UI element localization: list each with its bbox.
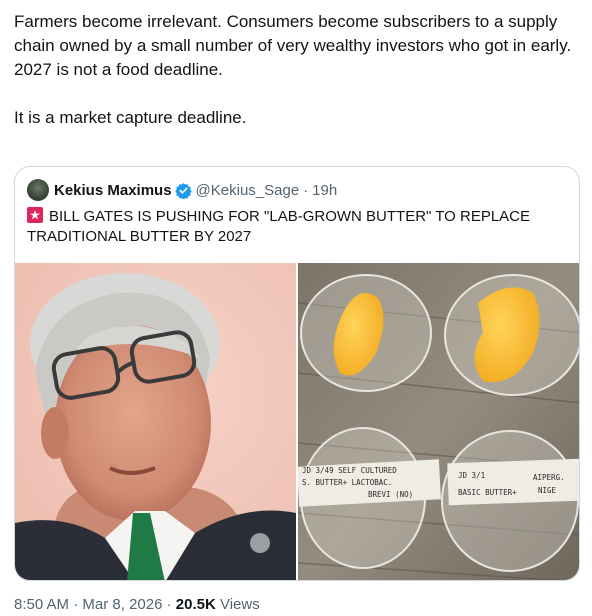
media-photo-butter-dishes[interactable]: JD 3/49 SELF CULTURED S. BUTTER+ LACTOBA… bbox=[298, 263, 579, 580]
post-metadata: 8:50 AM · Mar 8, 2026 · 20.5K Views bbox=[14, 596, 260, 613]
tweet-text-line-3: It is a market capture deadline. bbox=[14, 108, 247, 127]
dish-label-left-line3: BREVI (NO) bbox=[368, 490, 413, 499]
dish-label-left-line1: JD 3/49 SELF CULTURED bbox=[302, 466, 397, 475]
quoted-text-content: BILL GATES IS PUSHING FOR "LAB-GROWN BUT… bbox=[27, 208, 531, 245]
author-name[interactable]: Kekius Maximus bbox=[54, 182, 172, 199]
post-date[interactable]: Mar 8, 2026 bbox=[82, 596, 162, 613]
meta-separator: · bbox=[166, 596, 172, 613]
views-count: 20.5K bbox=[175, 596, 216, 613]
dish-label-right-line1: JD 3/1 bbox=[458, 471, 485, 480]
meta-separator: · bbox=[73, 596, 79, 613]
tweet-text-line-2: 2027 is not a food deadline. bbox=[14, 60, 223, 79]
police-siren-icon bbox=[27, 207, 43, 223]
quoted-tweet-text: BILL GATES IS PUSHING FOR "LAB-GROWN BUT… bbox=[27, 207, 567, 247]
dish-label-right-line3: AIPERG. bbox=[533, 473, 565, 482]
media-grid: JD 3/49 SELF CULTURED S. BUTTER+ LACTOBA… bbox=[15, 263, 579, 580]
avatar[interactable] bbox=[27, 179, 49, 201]
author-handle[interactable]: @Kekius_Sage bbox=[196, 182, 300, 199]
tweet-body: Farmers become irrelevant. Consumers bec… bbox=[14, 10, 580, 130]
dish-label-right-line2: BASIC BUTTER+ bbox=[458, 488, 517, 497]
views-label: Views bbox=[219, 596, 260, 613]
post-time[interactable]: 19h bbox=[312, 182, 337, 199]
media-photo-portrait[interactable] bbox=[15, 263, 296, 580]
quoted-tweet-card[interactable]: Kekius Maximus @Kekius_Sage · 19h BILL G… bbox=[14, 166, 580, 581]
quoted-tweet-header: Kekius Maximus @Kekius_Sage · 19h bbox=[27, 179, 337, 201]
dish-label-right-line4: NIGE bbox=[538, 486, 557, 495]
separator-dot: · bbox=[303, 181, 309, 199]
post-timestamp[interactable]: 8:50 AM bbox=[14, 596, 69, 613]
tweet-text-line-1: Farmers become irrelevant. Consumers bec… bbox=[14, 12, 572, 55]
dish-label-left-line2: S. BUTTER+ LACTOBAC. bbox=[302, 478, 392, 487]
verified-badge-icon bbox=[174, 182, 192, 199]
